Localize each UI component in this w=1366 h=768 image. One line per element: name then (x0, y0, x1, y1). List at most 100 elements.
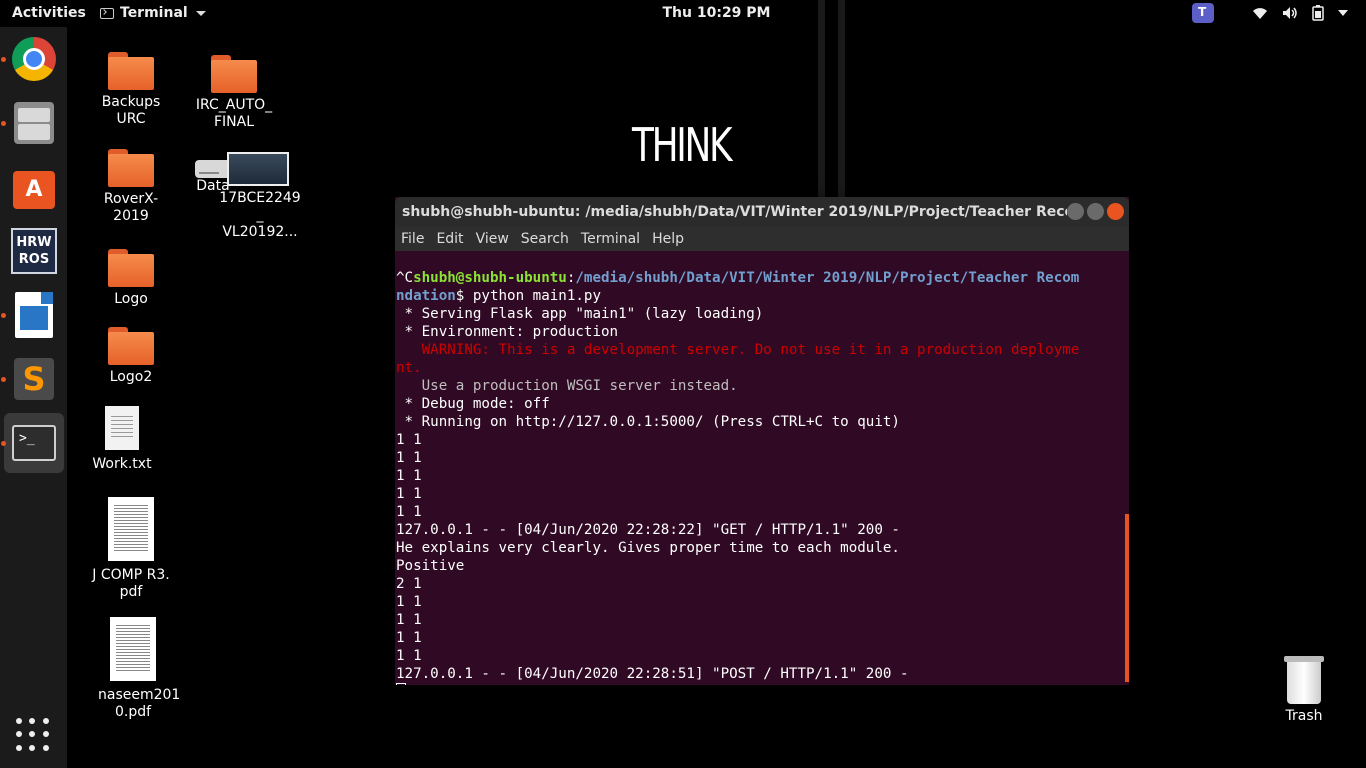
files-icon (14, 102, 54, 144)
chevron-down-icon (1338, 10, 1348, 16)
output-line: 1 1 (396, 468, 422, 484)
chrome-icon (12, 37, 56, 81)
text-cursor (396, 683, 406, 685)
output-line: 127.0.0.1 - - [04/Jun/2020 22:28:51] "PO… (396, 666, 909, 682)
terminal-window[interactable]: shubh@shubh-ubuntu: /media/shubh/Data/VI… (395, 197, 1129, 685)
wifi-icon (1253, 8, 1267, 19)
maximize-button[interactable] (1087, 203, 1104, 220)
output-line: 1 1 (396, 612, 422, 628)
folder-icon (108, 249, 154, 287)
writer-icon (15, 292, 53, 338)
close-button[interactable] (1107, 203, 1124, 220)
desktop-icon-label: IRC_AUTO_ FINAL (195, 97, 273, 130)
hrw-ros-icon: HRW ROS (11, 228, 57, 274)
output-line: 1 1 (396, 450, 422, 466)
clock[interactable]: Thu 10:29 PM (0, 5, 1366, 21)
desktop-file[interactable]: J COMP R3. pdf (86, 497, 176, 601)
teams-icon[interactable]: T (1192, 3, 1214, 23)
output-line: 127.0.0.1 - - [04/Jun/2020 22:28:22] "GE… (396, 522, 900, 538)
running-indicator (1, 57, 6, 62)
wallpaper-text: THINK (632, 118, 732, 172)
software-store-launcher[interactable]: A (4, 157, 64, 217)
desktop-folder[interactable]: Backups URC (86, 52, 176, 128)
running-indicator (1, 377, 6, 382)
terminal-output[interactable]: ^Cshubh@shubh-ubuntu:/media/shubh/Data/V… (396, 251, 1118, 685)
output-line: 1 1 (396, 432, 422, 448)
folder-icon (108, 327, 154, 365)
output-line: 1 1 (396, 630, 422, 646)
window-titlebar[interactable]: shubh@shubh-ubuntu: /media/shubh/Data/VI… (395, 197, 1129, 227)
desktop-folder[interactable]: IRC_AUTO_ FINAL (189, 55, 279, 131)
output-line: 2 1 (396, 576, 422, 592)
desktop-icon-label: J COMP R3. pdf (92, 567, 170, 600)
prompt-line: ndation$ python main1.py (396, 288, 602, 304)
menu-edit[interactable]: Edit (436, 231, 463, 247)
output-line: 1 1 (396, 594, 422, 610)
folder-icon (108, 52, 154, 90)
desktop-icon-label: 17BCE2249 _ VL20192... (219, 190, 301, 240)
presentation-thumbnail-icon (227, 152, 289, 186)
terminal-icon: >_ (12, 425, 56, 461)
running-indicator (1, 121, 6, 126)
menu-file[interactable]: File (401, 231, 424, 247)
folder-icon (211, 55, 257, 93)
desktop-icon-label: Logo2 (109, 369, 153, 385)
desktop-file[interactable]: naseem201 0.pdf (88, 617, 181, 721)
prompt-line: ^Cshubh@shubh-ubuntu:/media/shubh/Data/V… (396, 270, 1080, 286)
terminal-launcher[interactable]: >_ (4, 413, 64, 473)
files-launcher[interactable] (4, 93, 64, 153)
desktop-icon-label: RoverX- 2019 (103, 191, 159, 224)
sublime-launcher[interactable]: S (4, 349, 64, 409)
trash-label: Trash (1285, 708, 1323, 724)
warning-line: nt. (396, 360, 422, 376)
output-line: 1 1 (396, 648, 422, 664)
desktop-trash[interactable]: Trash (1272, 656, 1336, 724)
store-icon: A (13, 171, 55, 209)
desktop-icon-label: naseem201 0.pdf (98, 687, 181, 720)
chrome-launcher[interactable] (4, 29, 64, 89)
sublime-icon: S (14, 358, 54, 400)
menu-view[interactable]: View (476, 231, 509, 247)
output-line: 1 1 (396, 486, 422, 502)
output-line: Use a production WSGI server instead. (396, 378, 738, 394)
input-line[interactable] (396, 683, 1118, 685)
desktop-file[interactable]: Work.txt (77, 406, 167, 473)
wallpaper-line (818, 0, 825, 200)
desktop-folder[interactable]: Logo (86, 249, 176, 308)
system-tray[interactable]: T (1192, 3, 1348, 23)
wallpaper-line (838, 0, 845, 200)
writer-launcher[interactable] (4, 285, 64, 345)
menu-terminal[interactable]: Terminal (581, 231, 640, 247)
desktop-folder[interactable]: RoverX- 2019 (86, 149, 176, 225)
battery-icon (1312, 5, 1324, 21)
show-applications-icon[interactable] (16, 718, 50, 752)
folder-icon (108, 149, 154, 187)
output-line: * Debug mode: off (396, 396, 550, 412)
window-title: shubh@shubh-ubuntu: /media/shubh/Data/VI… (402, 204, 1067, 220)
output-line: * Environment: production (396, 324, 619, 340)
top-bar: Activities Terminal Thu 10:29 PM T (0, 0, 1366, 27)
minimize-button[interactable] (1067, 203, 1084, 220)
scrollbar[interactable] (1125, 514, 1129, 682)
pdf-file-icon (110, 617, 156, 681)
output-line: * Serving Flask app "main1" (lazy loadin… (396, 306, 764, 322)
running-indicator (1, 441, 6, 446)
desktop-file[interactable]: 17BCE2249 _ VL20192... (213, 152, 303, 241)
trash-icon (1284, 656, 1324, 704)
desktop-icon-label: Work.txt (92, 456, 152, 472)
desktop-icon-label: Backups URC (101, 94, 161, 127)
desktop-icon-label: Logo (114, 291, 148, 307)
text-file-icon (105, 406, 139, 450)
output-line: 1 1 (396, 504, 422, 520)
warning-line: WARNING: This is a development server. D… (396, 342, 1080, 358)
output-line: Positive (396, 558, 465, 574)
volume-icon (1283, 7, 1297, 19)
pdf-file-icon (108, 497, 154, 561)
menu-search[interactable]: Search (521, 231, 569, 247)
desktop-folder[interactable]: Logo2 (86, 327, 176, 386)
menu-bar: File Edit View Search Terminal Help (395, 227, 1129, 251)
output-line: * Running on http://127.0.0.1:5000/ (Pre… (396, 414, 900, 430)
dock: A HRW ROS S >_ (0, 27, 67, 768)
menu-help[interactable]: Help (652, 231, 684, 247)
hrw-ros-launcher[interactable]: HRW ROS (4, 221, 64, 281)
